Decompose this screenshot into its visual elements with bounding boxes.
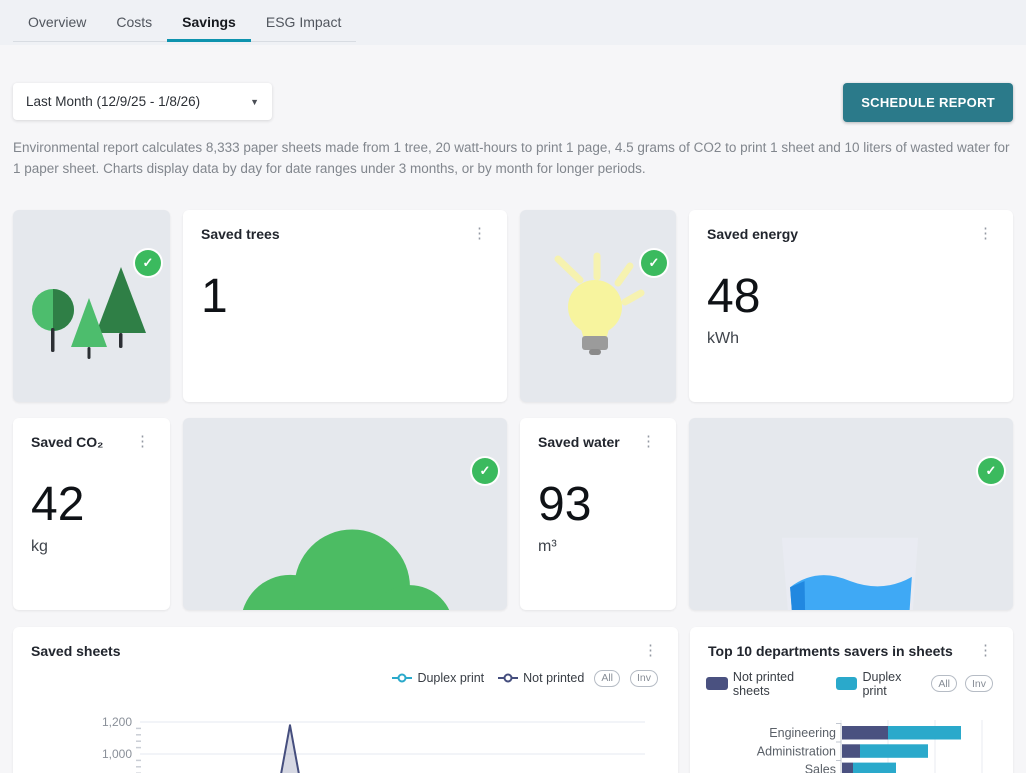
svg-text:Administration: Administration (757, 744, 836, 758)
saved-co2-unit: kg (13, 538, 170, 556)
co2-cloud-illustration: CO 2 (183, 418, 507, 610)
check-badge-icon: ✓ (135, 250, 161, 276)
kebab-menu-icon[interactable]: ⋮ (976, 226, 995, 241)
legend-inv-button[interactable]: Inv (630, 670, 658, 687)
saved-sheets-chart-card: Saved sheets ⋮ Duplex print Not printed A… (13, 627, 678, 773)
dropdown-caret-icon: ▼ (250, 97, 259, 107)
saved-co2-card: Saved CO₂ ⋮ 42 kg (13, 418, 170, 610)
legend-item-duplex-print[interactable]: Duplex print (836, 670, 924, 698)
legend-item-not-printed-sheets[interactable]: Not printed sheets (706, 670, 826, 698)
kebab-menu-icon[interactable]: ⋮ (639, 434, 658, 449)
saved-trees-value: 1 (183, 272, 507, 322)
check-badge-icon: ✓ (641, 250, 667, 276)
charts-grid: Saved sheets ⋮ Duplex print Not printed A… (13, 627, 1013, 773)
metrics-grid: ✓ Saved trees ⋮ 1 (13, 210, 1013, 610)
toolbar: Last Month (12/9/25 - 1/8/26) ▼ SCHEDULE… (13, 83, 1013, 122)
legend-all-button[interactable]: All (931, 675, 957, 692)
tab-bar: Overview Costs Savings ESG Impact (0, 0, 1026, 45)
trees-illustration (13, 210, 170, 402)
energy-image-card: ✓ (520, 210, 676, 402)
svg-text:1,000: 1,000 (102, 747, 132, 761)
report-description: Environmental report calculates 8,333 pa… (13, 138, 1013, 180)
tab-esg-impact[interactable]: ESG Impact (251, 0, 356, 42)
legend-all-button[interactable]: All (594, 670, 620, 687)
saved-water-card: Saved water ⋮ 93 m³ (520, 418, 676, 610)
water-glass-illustration (689, 418, 1013, 610)
chart-legend: Not printed sheets Duplex print (706, 670, 923, 698)
card-title: Saved water (538, 434, 620, 450)
card-title: Saved energy (707, 226, 798, 242)
trees-image-card: ✓ (13, 210, 170, 402)
saved-water-unit: m³ (520, 538, 676, 556)
water-image-card: ✓ (689, 418, 1013, 610)
lightbulb-illustration (520, 210, 676, 402)
date-range-select[interactable]: Last Month (12/9/25 - 1/8/26) ▼ (13, 83, 272, 120)
saved-energy-unit: kWh (689, 330, 1013, 348)
tab-costs[interactable]: Costs (101, 0, 167, 42)
tab-overview[interactable]: Overview (13, 0, 101, 42)
kebab-menu-icon[interactable]: ⋮ (133, 434, 152, 449)
top-departments-chart-card: Top 10 departments savers in sheets ⋮ No… (690, 627, 1013, 773)
svg-text:Engineering: Engineering (769, 726, 836, 740)
svg-text:CO: CO (291, 603, 371, 610)
saved-co2-value: 42 (13, 480, 170, 530)
check-badge-icon: ✓ (472, 458, 498, 484)
legend-item-not-printed[interactable]: Not printed (498, 671, 584, 685)
card-title: Saved sheets (31, 643, 121, 659)
saved-energy-card: Saved energy ⋮ 48 kWh (689, 210, 1013, 402)
saved-trees-card: Saved trees ⋮ 1 (183, 210, 507, 402)
card-title: Saved CO₂ (31, 434, 103, 450)
kebab-menu-icon[interactable]: ⋮ (470, 226, 489, 241)
check-badge-icon: ✓ (978, 458, 1004, 484)
svg-text:Sales: Sales (805, 762, 836, 773)
saved-water-value: 93 (520, 480, 676, 530)
card-title: Saved trees (201, 226, 280, 242)
legend-inv-button[interactable]: Inv (965, 675, 993, 692)
saved-energy-value: 48 (689, 272, 1013, 322)
tab-savings[interactable]: Savings (167, 0, 251, 42)
tab-list: Overview Costs Savings ESG Impact (13, 0, 356, 42)
schedule-report-button[interactable]: SCHEDULE REPORT (843, 83, 1013, 122)
kebab-menu-icon[interactable]: ⋮ (976, 643, 995, 658)
chart-legend: Duplex print Not printed (392, 671, 584, 685)
kebab-menu-icon[interactable]: ⋮ (641, 643, 660, 658)
co2-image-card: CO 2 ✓ (183, 418, 507, 610)
savings-dashboard: Overview Costs Savings ESG Impact Last M… (0, 0, 1026, 773)
date-range-value: Last Month (12/9/25 - 1/8/26) (26, 94, 200, 109)
svg-text:1,200: 1,200 (102, 715, 132, 729)
card-title: Top 10 departments savers in sheets (708, 643, 953, 659)
legend-item-duplex-print[interactable]: Duplex print (392, 671, 484, 685)
